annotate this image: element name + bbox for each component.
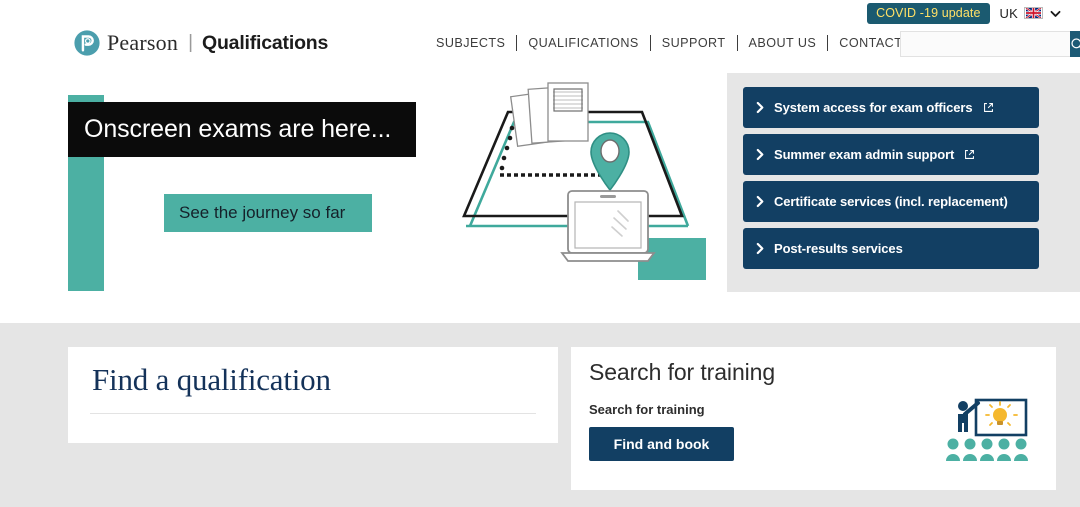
hero-headline: Onscreen exams are here... bbox=[84, 115, 392, 143]
find-qualification-card: Find a qualification bbox=[68, 347, 558, 443]
quicklink-label: Post-results services bbox=[774, 241, 903, 256]
nav-item-support[interactable]: SUPPORT bbox=[651, 36, 737, 50]
brand-logo[interactable]: Pearson | Qualifications bbox=[74, 30, 328, 56]
quicklink-system-access[interactable]: System access for exam officers bbox=[743, 87, 1039, 128]
chevron-right-icon bbox=[756, 101, 764, 114]
find-and-book-label: Find and book bbox=[613, 436, 710, 452]
chevron-down-icon[interactable] bbox=[1049, 7, 1062, 20]
quicklink-summer-exam-admin[interactable]: Summer exam admin support bbox=[743, 134, 1039, 175]
quicklink-label: Certificate services (incl. replacement) bbox=[774, 194, 1008, 209]
brand-subtitle: Qualifications bbox=[202, 31, 329, 54]
page-root: COVID -19 update UK Pearson | Qualificat… bbox=[0, 0, 1080, 507]
search-training-title: Search for training bbox=[589, 359, 776, 385]
divider bbox=[90, 413, 536, 414]
chevron-right-icon bbox=[756, 195, 764, 208]
chevron-right-icon bbox=[756, 242, 764, 255]
main-navigation: SUBJECTS QUALIFICATIONS SUPPORT ABOUT US… bbox=[436, 35, 935, 51]
external-link-icon bbox=[983, 103, 993, 112]
quicklinks-list: System access for exam officers Summer e… bbox=[743, 87, 1039, 269]
locale-label: UK bbox=[999, 5, 1018, 21]
quicklink-label: System access for exam officers bbox=[774, 100, 973, 115]
search-training-subtitle: Search for training bbox=[589, 402, 705, 417]
utility-bar: COVID -19 update UK bbox=[0, 0, 1080, 26]
quicklink-certificate-services[interactable]: Certificate services (incl. replacement) bbox=[743, 181, 1039, 222]
find-qualification-title: Find a qualification bbox=[92, 362, 331, 397]
quicklink-post-results-services[interactable]: Post-results services bbox=[743, 228, 1039, 269]
uk-flag-icon bbox=[1024, 7, 1043, 19]
find-and-book-button[interactable]: Find and book bbox=[589, 427, 734, 461]
nav-item-subjects[interactable]: SUBJECTS bbox=[436, 36, 516, 50]
search-icon bbox=[1071, 37, 1080, 48]
external-link-icon bbox=[965, 150, 975, 159]
brand-separator: | bbox=[188, 32, 193, 53]
nav-item-about-us[interactable]: ABOUT US bbox=[738, 36, 828, 50]
search-button[interactable] bbox=[1070, 31, 1080, 57]
site-search bbox=[900, 31, 1080, 57]
nav-item-qualifications[interactable]: QUALIFICATIONS bbox=[517, 36, 649, 50]
hero-cta-button[interactable]: See the journey so far bbox=[164, 194, 372, 232]
covid-update-badge[interactable]: COVID -19 update bbox=[867, 2, 990, 24]
pearson-p-logo-icon bbox=[74, 30, 100, 56]
brand-wordmark: Pearson bbox=[107, 30, 179, 55]
site-header: Pearson | Qualifications SUBJECTS QUALIF… bbox=[0, 26, 1080, 70]
search-input[interactable] bbox=[900, 31, 1070, 57]
chevron-right-icon bbox=[756, 148, 764, 161]
quicklink-label: Summer exam admin support bbox=[774, 147, 955, 162]
locale-selector[interactable]: UK bbox=[1000, 6, 1062, 21]
training-presentation-illustration bbox=[946, 398, 1028, 461]
hero-cta-label: See the journey so far bbox=[179, 203, 346, 222]
onscreen-exams-journey-illustration bbox=[462, 82, 706, 280]
hero-banner: Onscreen exams are here... bbox=[68, 102, 416, 157]
search-training-card: Search for training Search for training … bbox=[571, 347, 1056, 490]
